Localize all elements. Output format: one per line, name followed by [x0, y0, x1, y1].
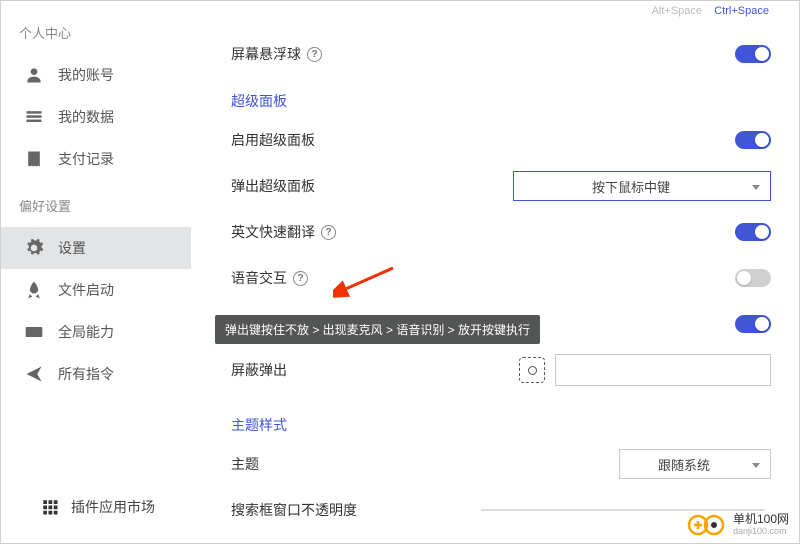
- voice-label: 语音交互: [231, 268, 287, 288]
- watermark-cn: 单机100网: [733, 513, 789, 526]
- sidebar: 个人中心 我的账号 我的数据 支付记录 偏好设置 设置 文件启动 全局能力 所有: [1, 1, 191, 543]
- plugin-label: 插件应用市场: [71, 497, 155, 517]
- theme-select[interactable]: 跟随系统: [619, 449, 771, 479]
- help-icon[interactable]: ?: [293, 271, 308, 286]
- theme-label: 主题: [231, 454, 259, 474]
- voice-toggle[interactable]: [735, 269, 771, 287]
- ctrl-space-hint: Ctrl+Space: [714, 5, 769, 17]
- account-icon: [24, 65, 44, 85]
- rocket-icon: [24, 280, 44, 300]
- gear-icon: [24, 238, 44, 258]
- popup-panel-label: 弹出超级面板: [231, 176, 315, 196]
- apps-icon: [41, 498, 59, 516]
- receipt-icon: [24, 149, 44, 169]
- section-super-panel: 超级面板: [231, 77, 771, 117]
- help-icon[interactable]: ?: [321, 225, 336, 240]
- sidebar-item-data[interactable]: 我的数据: [1, 96, 191, 138]
- floating-ball-label: 屏幕悬浮球: [231, 44, 301, 64]
- help-icon[interactable]: ?: [307, 47, 322, 62]
- main-content: Alt+Space Ctrl+Space 屏幕悬浮球 ? 超级面板 启用超级面板…: [191, 1, 799, 543]
- sidebar-item-label: 全局能力: [58, 322, 114, 342]
- sidebar-item-account[interactable]: 我的账号: [1, 54, 191, 96]
- screen-popup-input[interactable]: [555, 354, 771, 386]
- watermark-logo-icon: [686, 513, 730, 537]
- sidebar-item-label: 设置: [58, 238, 86, 258]
- alt-space-hint: Alt+Space: [652, 5, 702, 17]
- sidebar-item-payment[interactable]: 支付记录: [1, 138, 191, 180]
- sidebar-item-label: 我的数据: [58, 107, 114, 127]
- sidebar-section-personal: 个人中心: [1, 19, 191, 54]
- opacity-slider[interactable]: [481, 509, 765, 511]
- sidebar-item-commands[interactable]: 所有指令: [1, 353, 191, 395]
- sidebar-item-launcher[interactable]: 文件启动: [1, 269, 191, 311]
- sidebar-item-label: 支付记录: [58, 149, 114, 169]
- hidden-row-toggle[interactable]: [735, 315, 771, 333]
- sidebar-item-global[interactable]: 全局能力: [1, 311, 191, 353]
- section-theme: 主题样式: [231, 393, 771, 441]
- sidebar-item-label: 文件启动: [58, 280, 114, 300]
- capture-icon[interactable]: [519, 357, 545, 383]
- sidebar-item-label: 所有指令: [58, 364, 114, 384]
- english-quick-toggle[interactable]: [735, 223, 771, 241]
- screen-popup-label: 屏蔽弹出: [231, 360, 287, 380]
- voice-tooltip: 弹出键按住不放 > 出现麦克风 > 语音识别 > 放开按键执行: [215, 315, 540, 344]
- opacity-label: 搜索框窗口不透明度: [231, 500, 357, 520]
- popup-panel-select[interactable]: 按下鼠标中键: [513, 171, 771, 201]
- send-icon: [24, 364, 44, 384]
- sidebar-item-label: 我的账号: [58, 65, 114, 85]
- watermark: 单机100网 danji100.com: [686, 513, 789, 537]
- enable-panel-label: 启用超级面板: [231, 130, 315, 150]
- floating-ball-toggle[interactable]: [735, 45, 771, 63]
- keyboard-icon: [24, 322, 44, 342]
- hotkey-hint: Alt+Space Ctrl+Space: [652, 5, 769, 17]
- watermark-en: danji100.com: [733, 527, 789, 537]
- sidebar-section-preferences: 偏好设置: [1, 180, 191, 227]
- sidebar-plugin-market[interactable]: 插件应用市场: [1, 481, 155, 529]
- data-icon: [24, 107, 44, 127]
- english-quick-label: 英文快速翻译: [231, 222, 315, 242]
- annotation-arrow: [333, 263, 403, 303]
- enable-panel-toggle[interactable]: [735, 131, 771, 149]
- sidebar-item-settings[interactable]: 设置: [1, 227, 191, 269]
